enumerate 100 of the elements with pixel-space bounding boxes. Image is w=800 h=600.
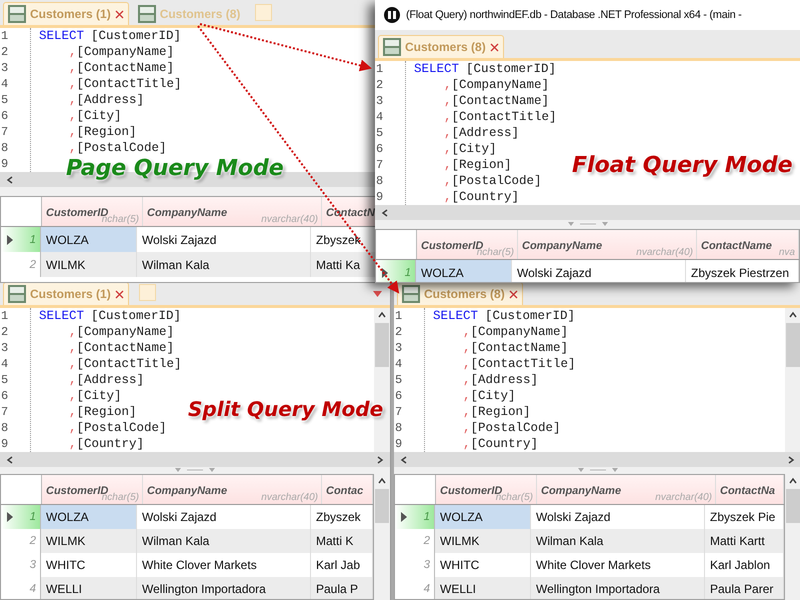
line-number: 1 (375, 61, 384, 77)
code-line: ,[City] (69, 108, 122, 124)
table-row[interactable]: 4 WELLI Wellington Importadora Paula P (1, 577, 373, 599)
column-header[interactable]: ContactName nva (697, 230, 799, 259)
table-cell: Paula P (311, 577, 373, 599)
chevron-left-icon[interactable] (6, 456, 14, 464)
column-header[interactable]: CompanyName nvarchar(40) (143, 197, 322, 226)
mode-caption: Float Query Mode (572, 153, 793, 178)
line-number: 7 (0, 404, 10, 420)
table-cell: WOLZA (416, 260, 512, 282)
code-line: ,[Country] (463, 436, 538, 452)
column-header[interactable]: CustomerIDnchar(5) (42, 197, 143, 226)
code-line: ,[CompanyName] (69, 324, 174, 340)
code-line: ,[Region] (69, 404, 137, 420)
column-header[interactable]: CustomerIDnchar(5) (436, 475, 537, 504)
line-number: 1 (0, 28, 10, 44)
sqlite-icon (8, 285, 26, 303)
line-number: 3 (375, 93, 384, 109)
chevron-up-icon[interactable] (378, 311, 386, 319)
dropdown-arrow-icon[interactable] (373, 291, 382, 297)
code-line: ,[Address] (69, 92, 144, 108)
close-icon[interactable] (114, 10, 124, 18)
code-line: ,[City] (69, 388, 122, 404)
code-line: ,[PostalCode] (69, 420, 167, 436)
line-number: 3 (0, 60, 10, 76)
chevron-right-icon[interactable] (376, 456, 384, 464)
line-number: 5 (394, 372, 404, 388)
column-header[interactable]: ContactNa (716, 475, 784, 504)
table-cell: Wellington Importadora (137, 577, 311, 599)
table-row[interactable]: 2 WILMK Wilman Kala Matti K (1, 529, 373, 553)
code-line: ,[PostalCode] (69, 140, 167, 156)
code-line: ,[CompanyName] (69, 44, 174, 60)
code-line: ,[ContactTitle] (444, 109, 557, 125)
line-number: 8 (0, 140, 10, 156)
table-row[interactable]: 1 WOLZA Wolski Zajazd Zbyszek Piestrzen (376, 260, 799, 282)
column-header[interactable]: CustomerIDnchar(5) (42, 475, 143, 504)
code-line: ,[ContactTitle] (69, 76, 182, 92)
line-number: 6 (394, 388, 404, 404)
column-header[interactable]: CustomerIDnchar(5) (417, 230, 518, 259)
table-cell: Wellington Importadora (531, 577, 705, 599)
code-line: ,[ContactName] (444, 93, 550, 109)
column-header[interactable]: CompanyName nvarchar(40) (518, 230, 697, 259)
sqlite-icon (8, 5, 26, 23)
scrollbar[interactable] (785, 308, 800, 452)
window-title: (Float Query) northwindEF.db - Database .NET Professional x64 - (main - (406, 9, 742, 21)
line-number: 2 (0, 44, 10, 60)
line-number: 5 (0, 372, 10, 388)
scrollbar[interactable] (375, 205, 800, 220)
table-row[interactable]: 2 WILMK Wilman Kala Matti Ka (1, 252, 377, 277)
code-line: ,[Region] (69, 124, 137, 140)
line-number: 5 (375, 125, 384, 141)
chevron-up-icon[interactable] (378, 477, 386, 485)
chevron-right-icon[interactable] (787, 456, 795, 464)
line-number: 2 (394, 324, 404, 340)
current-row-icon (382, 268, 388, 278)
column-header[interactable]: Contac (322, 475, 373, 504)
code-line: ,[City] (444, 141, 497, 157)
code-line: ,[Address] (463, 372, 538, 388)
table-cell: WELLI (41, 577, 137, 599)
line-number: 2 (375, 77, 384, 93)
code-line: ,[City] (463, 388, 516, 404)
chevron-up-icon[interactable] (789, 311, 797, 319)
line-number: 4 (0, 76, 10, 92)
sqlite-icon (383, 38, 401, 56)
table-cell: WELLI (435, 577, 531, 599)
table-row[interactable]: 2 WILMK Wilman Kala Matti Kartt (395, 529, 784, 553)
current-row-icon (7, 512, 13, 522)
scrollbar[interactable] (394, 452, 800, 467)
scrollbar[interactable] (0, 452, 390, 467)
line-number: 7 (0, 124, 10, 140)
line-number: 7 (394, 404, 404, 420)
column-header[interactable]: CompanyName nvarchar(40) (143, 475, 322, 504)
sqlite-icon (402, 285, 420, 303)
close-icon[interactable] (490, 42, 499, 52)
line-number: 9 (0, 436, 10, 452)
line-number: 6 (0, 388, 10, 404)
chevron-left-icon[interactable] (381, 208, 389, 216)
table-row[interactable]: 1 WOLZA Wolski Zajazd Zbyszek Pie (395, 505, 784, 529)
code-line: ,[Address] (444, 125, 520, 141)
table-cell: WOLZA (41, 227, 137, 252)
table-row[interactable]: 4 WELLI Wellington Importadora Paula Parer (395, 577, 784, 599)
chevron-left-icon[interactable] (6, 176, 14, 184)
line-number: 3 (0, 340, 10, 356)
column-header[interactable]: CompanyName nvarchar(40) (537, 475, 716, 504)
code-line: ,[ContactName] (69, 60, 174, 76)
table-cell: Wilman Kala (137, 252, 311, 277)
code-line: SELECT [CustomerID] (433, 308, 576, 324)
line-number: 4 (0, 356, 10, 372)
mode-caption: Page Query Mode (66, 156, 284, 181)
code-line: ,[CompanyName] (463, 324, 568, 340)
table-cell: Paula Parer (705, 577, 784, 599)
chevron-up-icon[interactable] (789, 477, 797, 485)
line-number: 8 (375, 173, 384, 189)
line-number: 2 (0, 324, 10, 340)
app-logo-icon (384, 7, 400, 23)
close-icon[interactable] (114, 290, 124, 298)
close-icon[interactable] (508, 290, 518, 298)
chevron-left-icon[interactable] (400, 456, 408, 464)
code-line: ,[Country] (69, 436, 144, 452)
table-row[interactable]: 1 WOLZA Wolski Zajazd Zbyszek (1, 505, 373, 529)
